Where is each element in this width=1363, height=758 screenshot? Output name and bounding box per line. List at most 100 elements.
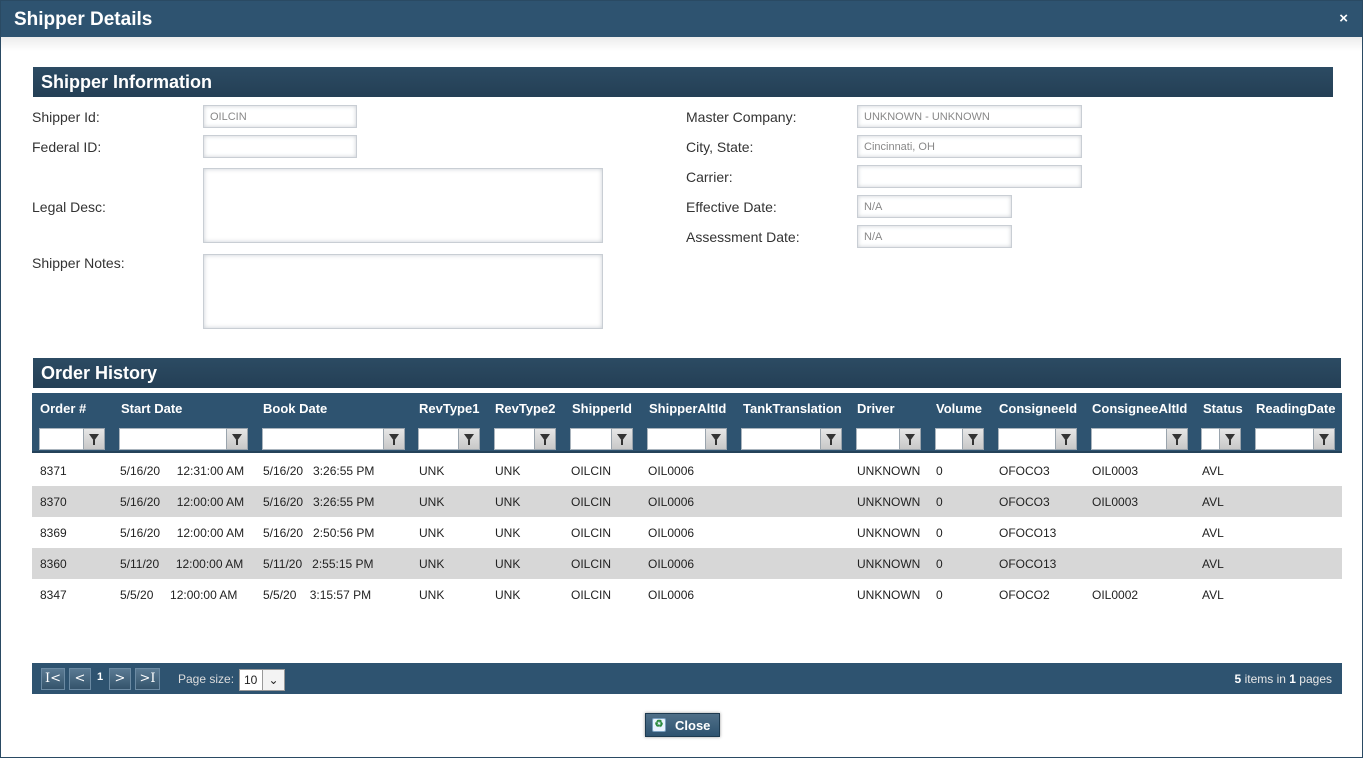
cell-start-date: 5/11/20 12:00:00 AM [120,557,244,571]
grid-pager: I< < 1 > >I Page size: 10 ⌄ 5 items in 1… [32,663,1342,694]
cell-order-number: 8370 [40,495,67,509]
cell-start-date: 5/16/20 12:31:00 AM [120,464,245,478]
filter-consigneealtid-button[interactable] [1166,428,1188,450]
cell-shipperid: OILCIN [571,588,612,602]
cell-shipperid: OILCIN [571,464,612,478]
column-shipperid[interactable]: ShipperId [572,401,632,416]
close-button-label: Close [675,718,711,733]
pages-count: 1 [1289,672,1296,686]
table-row[interactable]: 8369 5/16/20 12:00:00 AM 5/16/20 2:50:56 P… [32,517,1342,548]
table-row[interactable]: 8371 5/16/20 12:31:00 AM 5/16/20 3:26:55 P… [32,455,1342,486]
master-company-label: Master Company: [686,109,797,125]
city-state-field[interactable]: Cincinnati, OH [857,135,1082,158]
cell-status: AVL [1202,495,1224,509]
cell-status: AVL [1202,464,1224,478]
cell-revtype2: UNK [495,495,521,509]
cell-book-date: 5/16/20 2:50:56 PM [263,526,375,540]
filter-volume-button[interactable] [962,428,984,450]
filter-revtype1-input[interactable] [418,428,459,450]
filter-shipperaltid-input[interactable] [647,428,706,450]
cell-driver: UNKNOWN [857,526,921,540]
chevron-down-icon[interactable]: ⌄ [262,670,284,690]
filter-shipperaltid-button[interactable] [705,428,727,450]
cell-start-date: 5/16/20 12:00:00 AM [120,526,245,540]
column-book-date[interactable]: Book Date [263,401,327,416]
column-consigneealtid[interactable]: ConsigneeAltId [1092,401,1187,416]
column-shipperaltid[interactable]: ShipperAltId [649,401,726,416]
cell-revtype1: UNK [419,588,445,602]
shipper-id-field[interactable]: OILCIN [203,105,357,128]
close-icon[interactable]: × [1339,10,1348,27]
table-row[interactable]: 8370 5/16/20 12:00:00 AM 5/16/20 3:26:55 P… [32,486,1342,517]
filter-shipperid-input[interactable] [570,428,612,450]
filter-readingdate-input[interactable] [1255,428,1314,450]
filter-driver-button[interactable] [899,428,921,450]
master-company-field[interactable]: UNKNOWN - UNKNOWN [857,105,1082,128]
filter-start-date-input[interactable] [119,428,227,450]
column-readingdate[interactable]: ReadingDate [1256,401,1335,416]
cell-shipperid: OILCIN [571,557,612,571]
shipper-notes-textarea[interactable] [203,254,603,329]
filter-revtype2-input[interactable] [494,428,535,450]
prev-page-button[interactable]: < [69,668,91,690]
cell-book-date: 5/16/20 3:26:55 PM [263,464,375,478]
filter-book-date-input[interactable] [262,428,384,450]
recycle-bin-icon: ♻ [652,718,666,732]
filter-book-date-button[interactable] [383,428,405,450]
filter-shipperid-button[interactable] [611,428,633,450]
legal-desc-label: Legal Desc: [32,199,106,215]
cell-revtype2: UNK [495,557,521,571]
legal-desc-textarea[interactable] [203,168,603,243]
page-size-select[interactable]: 10 ⌄ [239,669,285,691]
filter-status-input[interactable] [1201,428,1220,450]
cell-revtype1: UNK [419,495,445,509]
column-volume[interactable]: Volume [936,401,982,416]
cell-book-date: 5/16/20 3:26:55 PM [263,495,375,509]
filter-revtype2-button[interactable] [534,428,556,450]
current-page-number[interactable]: 1 [97,671,103,683]
filter-volume-input[interactable] [935,428,963,450]
cell-consigneeid: OFOCO3 [999,495,1050,509]
carrier-field[interactable] [857,165,1082,188]
dialog-titlebar: Shipper Details × [1,1,1362,37]
column-status[interactable]: Status [1203,401,1243,416]
filter-tanktranslation-button[interactable] [820,428,842,450]
cell-status: AVL [1202,526,1224,540]
column-driver[interactable]: Driver [857,401,895,416]
cell-shipperid: OILCIN [571,526,612,540]
filter-order-number-button[interactable] [83,428,105,450]
last-page-button[interactable]: >I [135,668,160,690]
cell-revtype1: UNK [419,557,445,571]
cell-consigneeid: OFOCO13 [999,557,1057,571]
cell-status: AVL [1202,588,1224,602]
filter-start-date-button[interactable] [226,428,248,450]
next-page-button[interactable]: > [109,668,131,690]
table-row[interactable]: 8360 5/11/20 12:00:00 AM 5/11/20 2:55:15 P… [32,548,1342,579]
column-tanktranslation[interactable]: TankTranslation [743,401,842,416]
cell-volume: 0 [936,557,943,571]
close-button[interactable]: ♻ Close [645,713,720,737]
filter-consigneeid-input[interactable] [998,428,1056,450]
column-revtype2[interactable]: RevType2 [495,401,555,416]
filter-tanktranslation-input[interactable] [741,428,821,450]
cell-start-date: 5/5/20 12:00:00 AM [120,588,238,602]
cell-book-date: 5/11/20 2:55:15 PM [263,557,374,571]
filter-order-number-input[interactable] [39,428,84,450]
cell-volume: 0 [936,464,943,478]
filter-readingdate-button[interactable] [1313,428,1335,450]
column-revtype1[interactable]: RevType1 [419,401,479,416]
order-history-header: Order History [33,358,1341,388]
federal-id-field[interactable] [203,135,357,158]
column-consigneeid[interactable]: ConsigneeId [999,401,1077,416]
table-row[interactable]: 8347 5/5/20 12:00:00 AM 5/5/20 3:15:57 PM U… [32,579,1342,610]
column-start-date[interactable]: Start Date [121,401,182,416]
filter-consigneealtid-input[interactable] [1091,428,1167,450]
filter-driver-input[interactable] [856,428,900,450]
filter-status-button[interactable] [1219,428,1241,450]
column-order-number[interactable]: Order # [40,401,86,416]
effective-date-field[interactable]: N/A [857,195,1012,218]
assessment-date-field[interactable]: N/A [857,225,1012,248]
first-page-button[interactable]: I< [41,668,65,690]
filter-consigneeid-button[interactable] [1055,428,1077,450]
filter-revtype1-button[interactable] [458,428,480,450]
